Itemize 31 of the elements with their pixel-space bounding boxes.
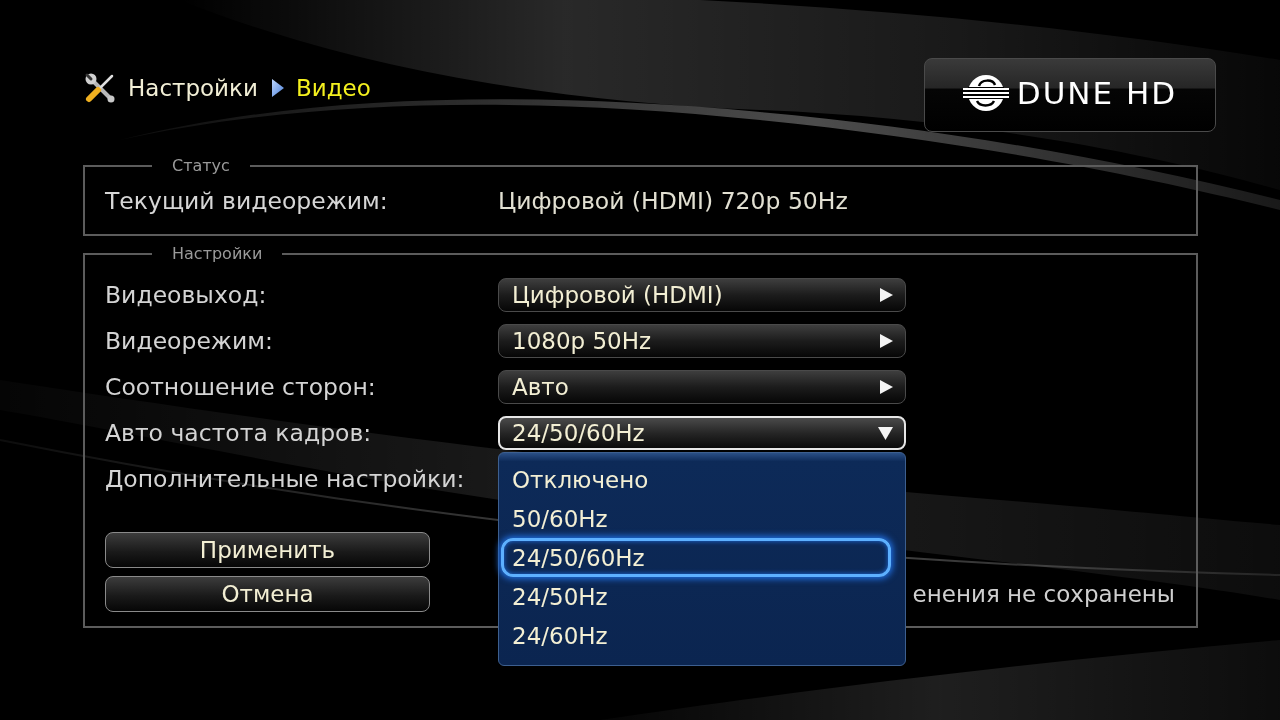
dropdown-field[interactable]: Цифровой (HDMI) — [498, 278, 906, 312]
setting-label: Видеорежим: — [105, 327, 274, 355]
setting-label: Дополнительные настройки: — [105, 465, 466, 493]
panel-legend: Настройки — [152, 244, 283, 264]
setting-label: Текущий видеорежим: — [105, 187, 389, 215]
dropdown-field[interactable]: 24/50/60Hz — [498, 416, 906, 450]
dropdown-option[interactable]: 50/60Hz — [501, 499, 891, 538]
logo-text: DUNE HD — [1016, 75, 1178, 111]
breadcrumb-item: Видео — [295, 74, 371, 103]
breadcrumb-item: Настройки — [128, 74, 258, 103]
triangle-right-icon — [880, 334, 893, 348]
setting-label: Соотношение сторон: — [105, 373, 377, 401]
setting-label: Видеовыход: — [105, 281, 268, 309]
dropdown-option[interactable]: 24/50Hz — [501, 577, 891, 616]
triangle-down-icon — [878, 426, 893, 440]
setting-value: Цифровой (HDMI) 720p 50Hz — [498, 187, 849, 215]
triangle-right-icon — [880, 380, 893, 394]
logo-icon — [962, 74, 1009, 112]
dropdown-option[interactable]: Отключено — [501, 460, 891, 499]
dropdown-option[interactable]: 24/60Hz — [501, 616, 891, 655]
dropdown-option[interactable]: 24/50/60Hz — [501, 538, 891, 577]
dropdown-field[interactable]: 1080p 50Hz — [498, 324, 906, 358]
action-button[interactable]: Отмена — [105, 576, 430, 612]
triangle-right-icon — [271, 79, 284, 97]
action-button[interactable]: Применить — [105, 532, 430, 568]
panel-legend: Статус — [152, 156, 250, 176]
status-message: енения не сохранены — [912, 580, 1175, 609]
tools-icon — [84, 72, 116, 104]
setting-label: Авто частота кадров: — [105, 419, 373, 447]
triangle-right-icon — [880, 288, 893, 302]
dropdown-field[interactable]: Авто — [498, 370, 906, 404]
